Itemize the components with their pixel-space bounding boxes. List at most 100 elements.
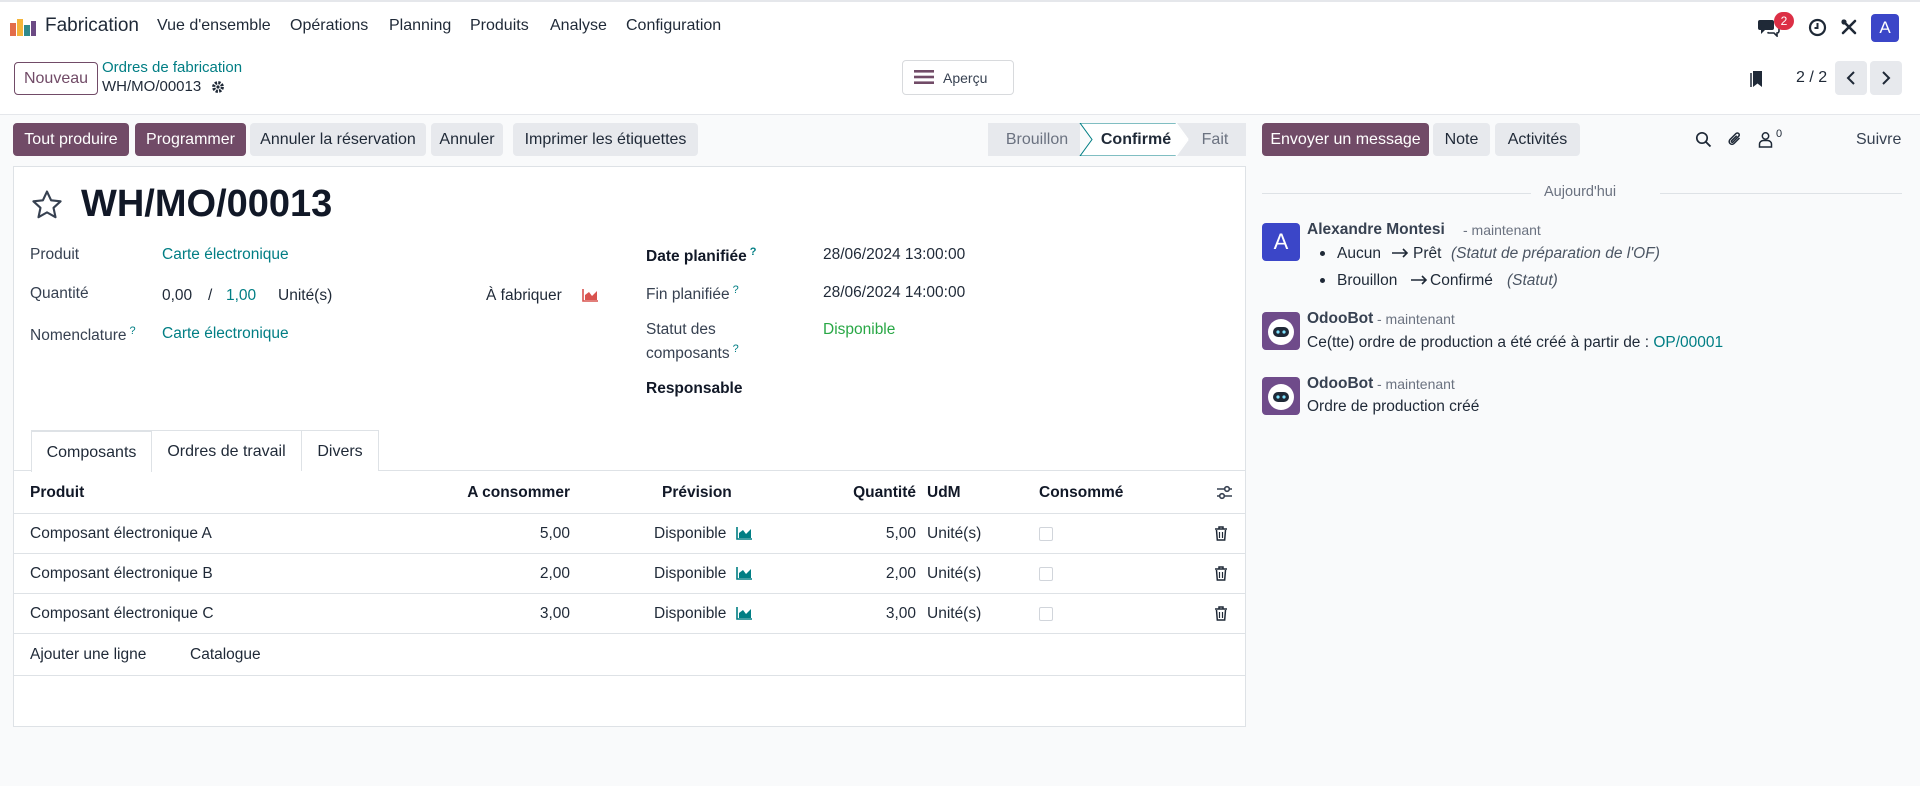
col-uom[interactable]: UdM	[927, 484, 961, 502]
pager-next-button[interactable]	[1870, 61, 1902, 95]
row-quantity[interactable]: 3,00	[816, 605, 916, 623]
pager-value[interactable]: 2 / 2	[1796, 69, 1827, 87]
record-title: WH/MO/00013	[81, 183, 333, 225]
trash-icon[interactable]	[1214, 526, 1228, 541]
area-chart-icon[interactable]	[736, 526, 753, 540]
col-product[interactable]: Produit	[30, 484, 84, 502]
user-avatar[interactable]: A	[1871, 14, 1899, 42]
app-name[interactable]: Fabrication	[45, 15, 139, 37]
row-to-consume[interactable]: 5,00	[470, 525, 570, 543]
send-message-button[interactable]: Envoyer un message	[1262, 123, 1429, 156]
bullet	[1320, 251, 1325, 256]
tools-icon[interactable]	[1840, 18, 1858, 36]
bookmark-icon[interactable]	[1750, 69, 1766, 89]
row-consumed-checkbox[interactable]	[1039, 527, 1053, 541]
quantity-label: Quantité	[30, 285, 89, 302]
clock-icon[interactable]	[1808, 18, 1827, 37]
followers-count: 0	[1776, 128, 1783, 140]
row-forecast: Disponible	[654, 565, 727, 582]
row-quantity[interactable]: 5,00	[816, 525, 916, 543]
cancel-button[interactable]: Annuler	[431, 123, 503, 156]
search-icon[interactable]	[1695, 131, 1712, 148]
area-chart-icon[interactable]	[736, 606, 753, 620]
responsible-label: Responsable	[646, 380, 743, 397]
sliders-icon[interactable]	[1216, 484, 1233, 501]
trash-icon[interactable]	[1214, 566, 1228, 581]
message-author[interactable]: OdooBot	[1307, 310, 1373, 328]
status-done[interactable]: Fait	[1184, 123, 1246, 156]
trash-icon[interactable]	[1214, 606, 1228, 621]
breadcrumb-parent[interactable]: Ordres de fabrication	[102, 59, 242, 76]
bom-label: Nomenclature?	[30, 325, 136, 345]
menu-analysis[interactable]: Analyse	[550, 17, 607, 35]
chevron-left-icon	[1846, 71, 1855, 85]
qty-total[interactable]: 1,00	[226, 287, 256, 305]
date-planned-value[interactable]: 28/06/2024 13:00:00	[823, 246, 965, 264]
components-status-help-icon[interactable]: ?	[733, 343, 739, 355]
row-consumed-checkbox[interactable]	[1039, 607, 1053, 621]
status-draft[interactable]: Brouillon	[988, 123, 1086, 156]
chevron-right-icon	[1882, 71, 1891, 85]
star-icon[interactable]	[30, 188, 64, 222]
follow-button[interactable]: Suivre	[1856, 131, 1901, 149]
col-to-consume[interactable]: A consommer	[400, 484, 570, 502]
menu-planning[interactable]: Planning	[389, 17, 451, 35]
message-meta: - maintenant	[1377, 376, 1455, 392]
message-author[interactable]: OdooBot	[1307, 375, 1373, 393]
avatar[interactable]: A	[1262, 223, 1300, 261]
col-consumed[interactable]: Consommé	[1039, 484, 1123, 502]
menu-products[interactable]: Produits	[470, 17, 529, 35]
date-end-value[interactable]: 28/06/2024 14:00:00	[823, 284, 965, 302]
product-value[interactable]: Carte électronique	[162, 246, 289, 264]
produce-all-button[interactable]: Tout produire	[13, 123, 129, 156]
row-quantity[interactable]: 2,00	[816, 565, 916, 583]
arrow-right-icon	[1411, 275, 1428, 285]
menu-operations[interactable]: Opérations	[290, 17, 368, 35]
area-chart-icon[interactable]	[736, 566, 753, 580]
area-chart-icon[interactable]	[582, 288, 599, 302]
row-consumed-checkbox[interactable]	[1039, 567, 1053, 581]
breadcrumb-current: WH/MO/00013	[102, 78, 202, 95]
tab-components[interactable]: Composants	[31, 430, 152, 472]
bom-value[interactable]: Carte électronique	[162, 325, 289, 343]
message-author[interactable]: Alexandre Montesi	[1307, 221, 1445, 239]
tab-misc[interactable]: Divers	[301, 430, 379, 471]
unreserve-button[interactable]: Annuler la réservation	[250, 123, 426, 156]
date-end-label: Fin planifiée?	[646, 284, 739, 304]
row-to-consume[interactable]: 2,00	[470, 565, 570, 583]
user-icon[interactable]	[1758, 131, 1773, 148]
menu-configuration[interactable]: Configuration	[626, 17, 721, 35]
menu-overview[interactable]: Vue d'ensemble	[157, 17, 271, 35]
robot-icon[interactable]	[1262, 377, 1300, 415]
new-button[interactable]: Nouveau	[14, 62, 98, 95]
row-product[interactable]: Composant électronique A	[30, 525, 212, 543]
row-product[interactable]: Composant électronique B	[30, 565, 213, 583]
qty-produced[interactable]: 0,00	[162, 287, 192, 305]
pager-previous-button[interactable]	[1835, 61, 1867, 95]
paperclip-icon[interactable]	[1727, 131, 1744, 148]
row-to-consume[interactable]: 3,00	[470, 605, 570, 623]
col-quantity[interactable]: Quantité	[800, 484, 916, 502]
message-count-badge: 2	[1774, 12, 1794, 30]
source-document-link[interactable]: OP/00001	[1653, 334, 1723, 351]
date-end-help-icon[interactable]: ?	[733, 284, 739, 296]
change-field: (Statut de préparation de l'OF)	[1451, 245, 1660, 262]
hamburger-icon	[914, 69, 934, 85]
bom-help-icon[interactable]: ?	[130, 325, 136, 337]
catalog-link[interactable]: Catalogue	[190, 646, 261, 664]
date-planned-help-icon[interactable]: ?	[750, 246, 757, 258]
status-confirmed[interactable]: Confirmé	[1088, 123, 1184, 156]
robot-icon[interactable]	[1262, 312, 1300, 350]
gear-icon[interactable]	[211, 80, 225, 94]
col-forecast[interactable]: Prévision	[662, 484, 732, 502]
date-planned-label: Date planifiée?	[646, 246, 757, 266]
print-labels-button[interactable]: Imprimer les étiquettes	[513, 123, 698, 156]
tab-work-orders[interactable]: Ordres de travail	[152, 430, 302, 471]
app-icon[interactable]	[9, 17, 37, 37]
row-product[interactable]: Composant électronique C	[30, 605, 214, 623]
date-end-label-text: Fin planifiée	[646, 286, 730, 304]
note-button[interactable]: Note	[1433, 123, 1490, 156]
schedule-button[interactable]: Programmer	[135, 123, 246, 156]
activities-button[interactable]: Activités	[1495, 123, 1580, 156]
add-line-link[interactable]: Ajouter une ligne	[30, 646, 146, 664]
